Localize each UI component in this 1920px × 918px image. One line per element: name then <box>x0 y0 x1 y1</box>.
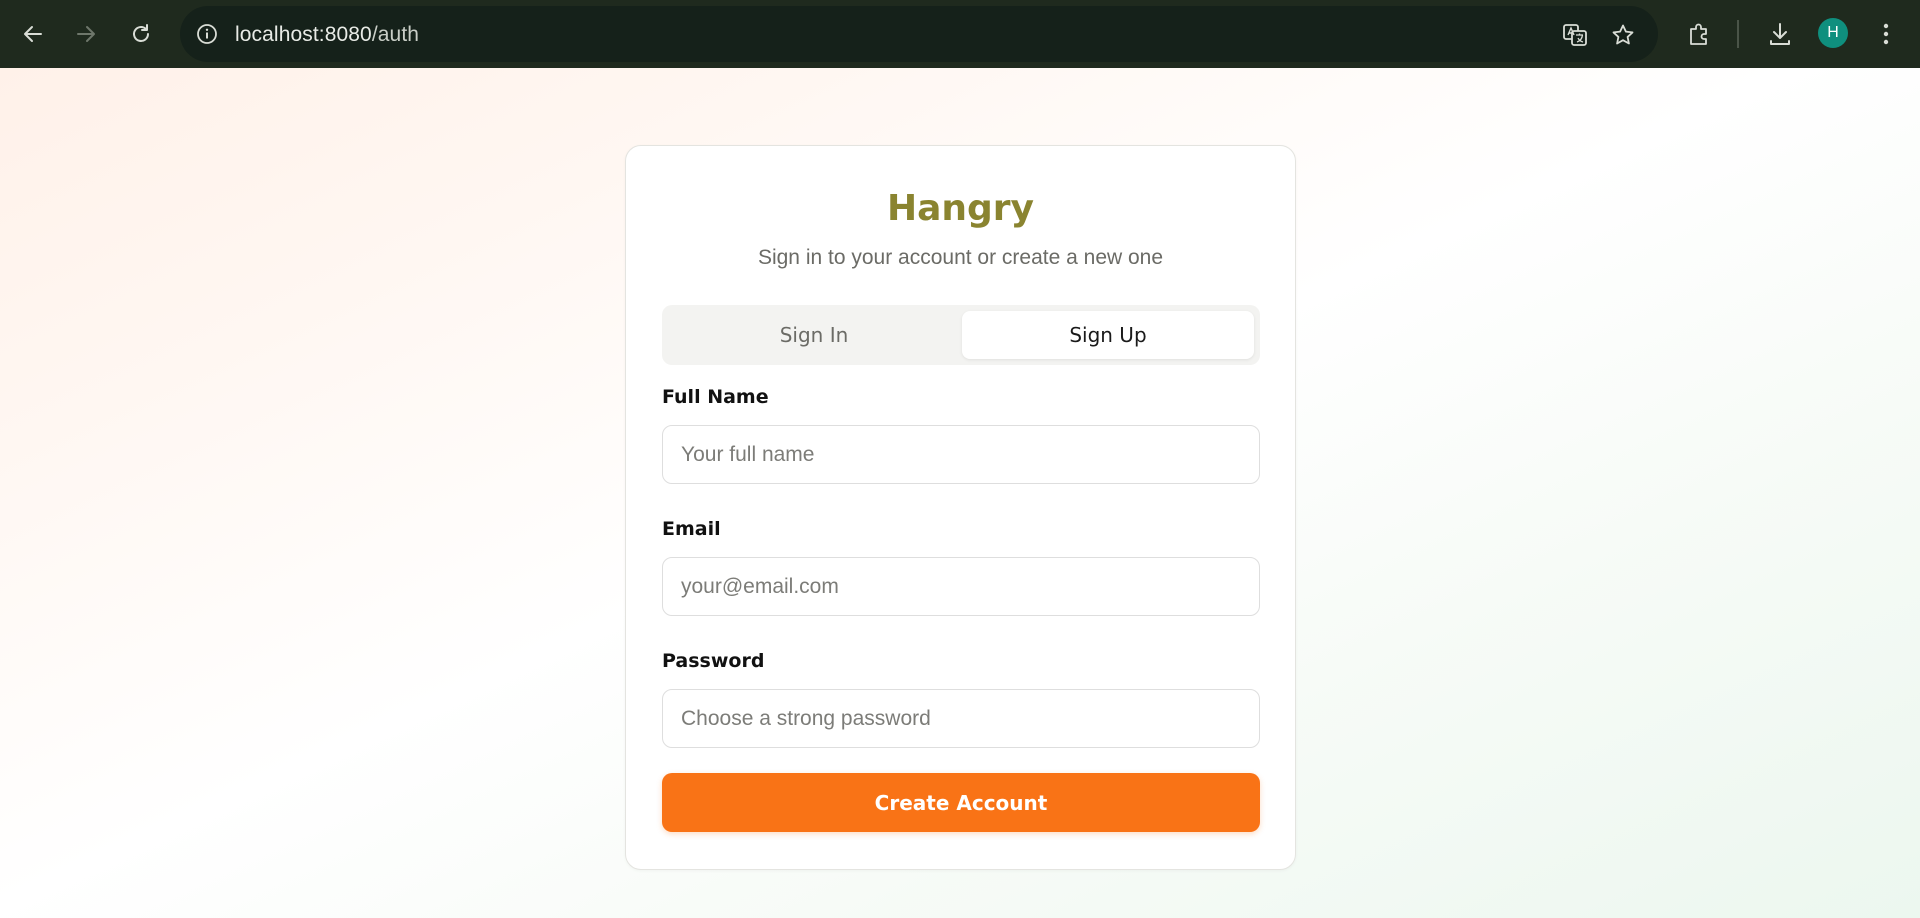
auth-card: Hangry Sign in to your account or create… <box>625 145 1296 870</box>
auth-tabs: Sign In Sign Up <box>662 305 1260 365</box>
browser-toolbar: localhost:8080/auth H <box>0 0 1920 68</box>
auth-subtitle: Sign in to your account or create a new … <box>757 246 1164 269</box>
email-input[interactable] <box>662 557 1260 616</box>
url-path: /auth <box>371 23 420 46</box>
star-icon[interactable] <box>1608 20 1638 50</box>
translate-icon[interactable] <box>1560 20 1590 50</box>
password-input[interactable] <box>662 689 1260 748</box>
info-icon[interactable] <box>194 21 220 47</box>
password-label: Password <box>662 650 765 672</box>
url-host: localhost:8080 <box>235 23 372 46</box>
back-icon[interactable] <box>15 16 51 52</box>
tab-sign-in[interactable]: Sign In <box>668 311 960 359</box>
reload-icon[interactable] <box>123 16 159 52</box>
extensions-icon[interactable] <box>1681 16 1717 52</box>
download-icon[interactable] <box>1762 16 1798 52</box>
email-label: Email <box>662 518 721 540</box>
toolbar-divider <box>1737 20 1739 48</box>
address-bar[interactable]: localhost:8080/auth <box>180 6 1658 62</box>
menu-dots-icon[interactable] <box>1868 16 1904 52</box>
forward-icon[interactable] <box>68 16 104 52</box>
brand-title: Hangry <box>886 188 1035 229</box>
create-account-button[interactable]: Create Account <box>662 773 1260 832</box>
profile-avatar[interactable]: H <box>1818 18 1848 48</box>
tab-sign-up[interactable]: Sign Up <box>962 311 1254 359</box>
url-text[interactable]: localhost:8080/auth <box>235 23 419 47</box>
full-name-input[interactable] <box>662 425 1260 484</box>
full-name-label: Full Name <box>662 386 769 408</box>
page-background: Hangry Sign in to your account or create… <box>0 68 1920 918</box>
